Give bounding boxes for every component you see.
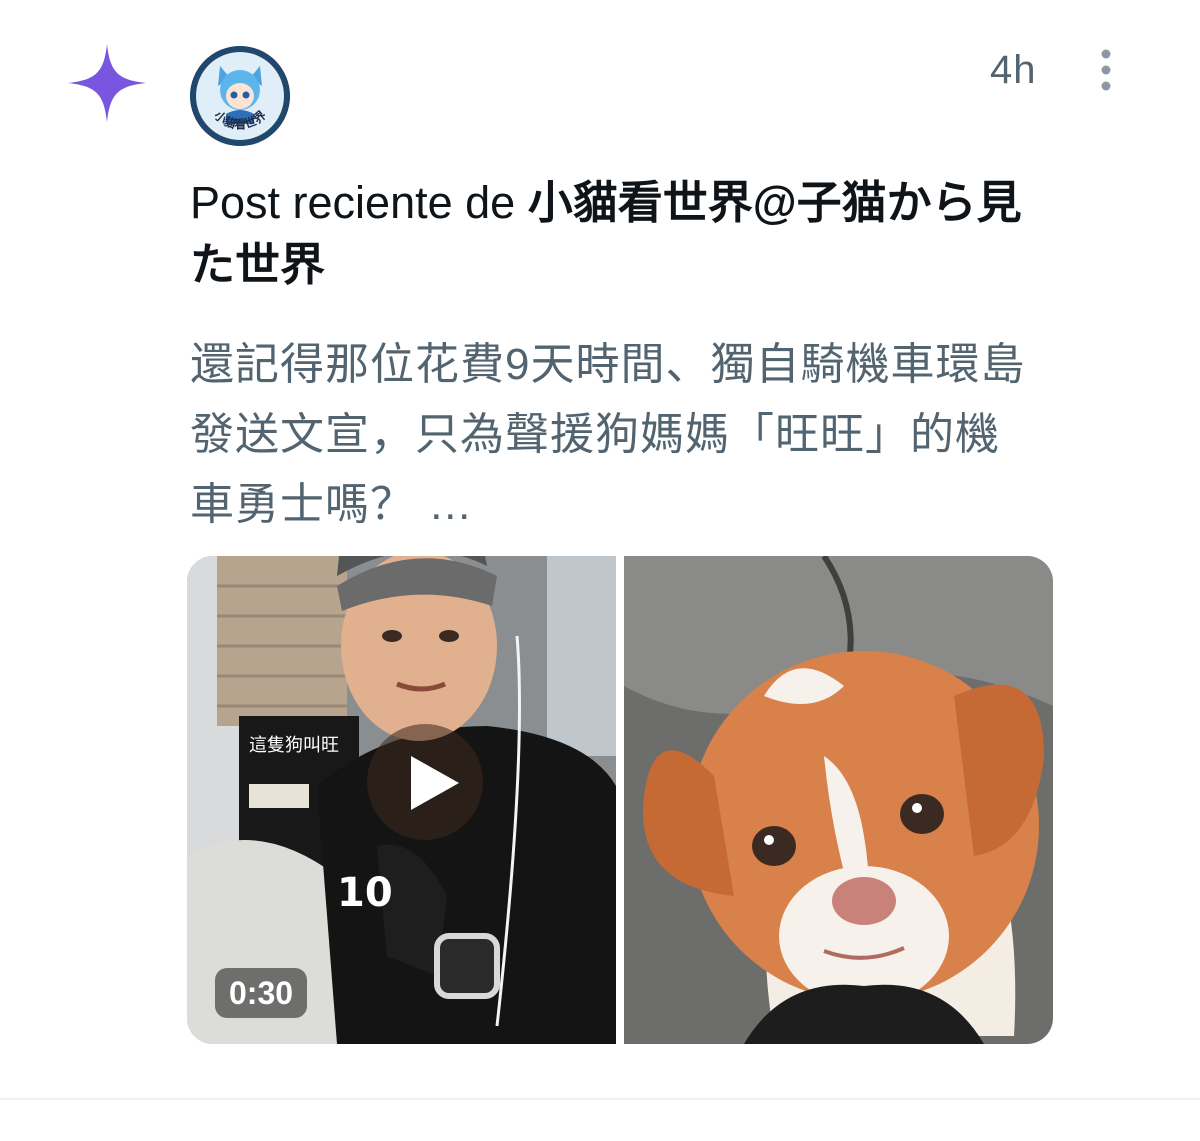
post-timestamp: 4h [990, 48, 1037, 92]
divider [0, 1098, 1200, 1100]
sparkle-icon [68, 44, 146, 122]
post-heading[interactable]: Post reciente de 小貓看世界@子猫から見た世界 [190, 172, 1050, 296]
post-body[interactable]: 還記得那位花費9天時間、獨自騎機車環島發送文宣，只為聲援狗媽媽「旺旺」的機車勇士… [190, 330, 1030, 540]
sign-text: 這隻狗叫旺 [249, 735, 339, 756]
recommended-post-card[interactable]: 小貓看世界 4h Post reciente de 小貓看世界@子猫から見た世界… [0, 0, 1200, 1141]
dog-photo[interactable] [624, 556, 1053, 1044]
play-icon[interactable] [367, 724, 483, 840]
svg-text:10: 10 [337, 870, 393, 916]
video-thumbnail[interactable]: 這隻狗叫旺 10 0:30 [187, 556, 616, 1044]
title-prefix: Post reciente de [190, 177, 528, 228]
video-duration: 0:30 [215, 968, 308, 1018]
media-gallery: 這隻狗叫旺 10 0:30 [187, 556, 1053, 1044]
more-vertical-icon[interactable] [1086, 46, 1126, 94]
author-avatar[interactable]: 小貓看世界 [190, 46, 290, 146]
